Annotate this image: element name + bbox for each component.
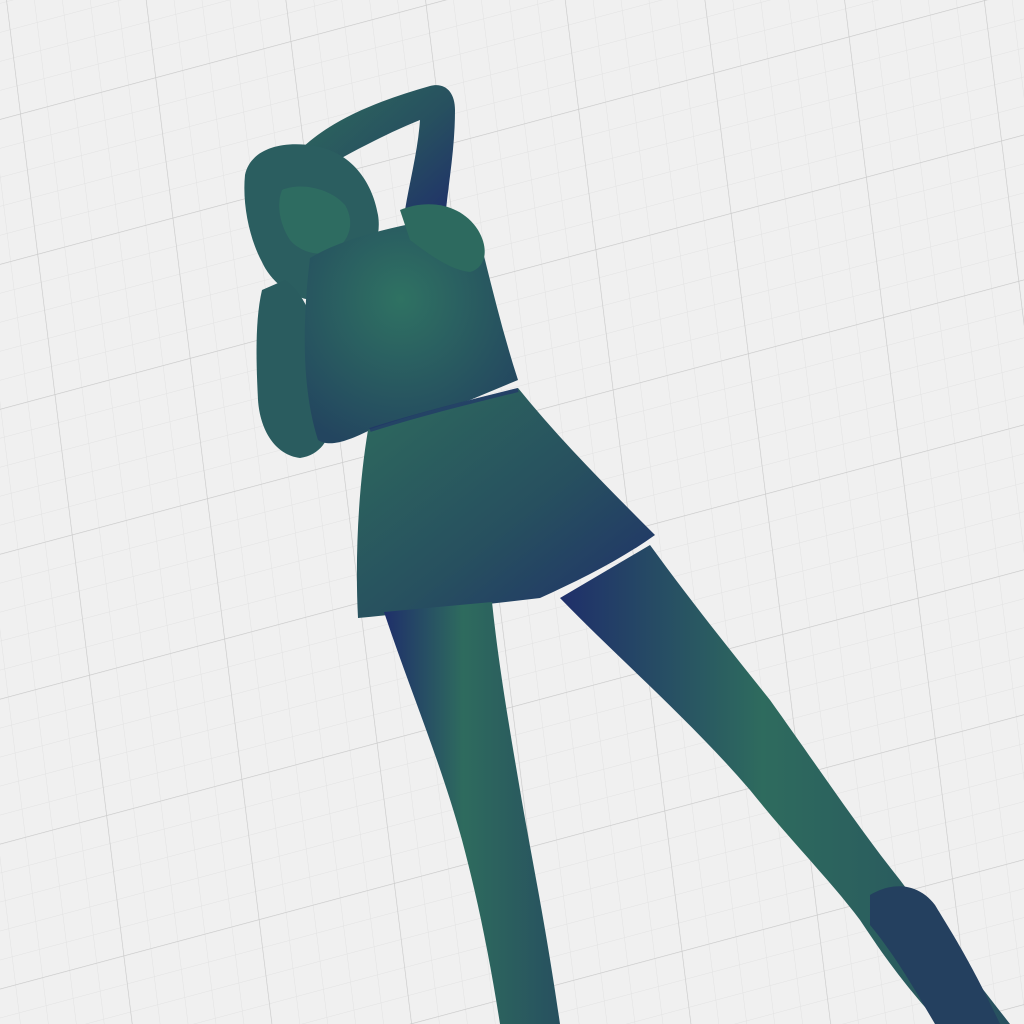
3d-viewport[interactable]: [0, 0, 1024, 1024]
viewport-canvas: [0, 0, 1024, 1024]
